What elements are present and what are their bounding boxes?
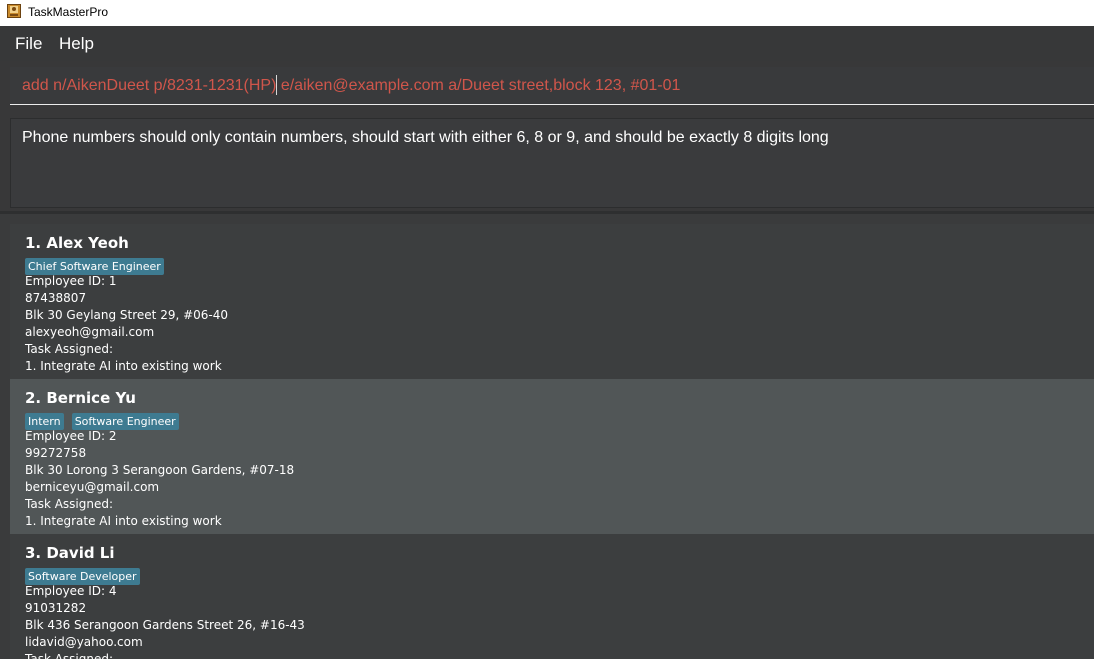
app-icon <box>7 4 21 18</box>
address: Blk 30 Geylang Street 29, #06-40 <box>25 308 229 322</box>
menu-bar: File Help <box>0 26 1094 61</box>
task-item: 1. Integrate AI into existing work <box>25 514 222 528</box>
employee-id: Employee ID: 1 <box>25 274 117 288</box>
tag-list: Chief Software Engineer <box>25 255 1094 275</box>
task-header: Task Assigned: <box>25 497 114 511</box>
email: berniceyu@gmail.com <box>25 480 160 494</box>
text-caret <box>276 75 277 95</box>
person-name: 1. Alex Yeoh <box>25 234 129 252</box>
window-title: TaskMasterPro <box>28 5 109 19</box>
person-name: 3. David Li <box>25 544 115 562</box>
window-titlebar: TaskMasterPro <box>0 0 1094 26</box>
person-card-selected[interactable]: 2. Bernice Yu Intern Software Engineer E… <box>10 379 1094 534</box>
employee-id: Employee ID: 4 <box>25 584 117 598</box>
command-input[interactable] <box>10 67 1094 105</box>
task-header: Task Assigned: <box>25 342 114 356</box>
phone: 99272758 <box>25 446 87 460</box>
employee-id: Employee ID: 2 <box>25 429 117 443</box>
command-box-area <box>0 61 1094 113</box>
result-display[interactable]: Phone numbers should only contain number… <box>10 118 1094 208</box>
menu-help[interactable]: Help <box>59 34 94 54</box>
phone: 87438807 <box>25 291 87 305</box>
tag-list: Software Developer <box>25 565 1094 585</box>
task-header: Task Assigned: <box>25 652 114 659</box>
person-name: 2. Bernice Yu <box>25 389 136 407</box>
email: alexyeoh@gmail.com <box>25 325 155 339</box>
phone: 91031282 <box>25 601 87 615</box>
tag-list: Intern Software Engineer <box>25 410 1094 430</box>
menu-file[interactable]: File <box>15 34 42 54</box>
result-display-area: Phone numbers should only contain number… <box>0 113 1094 213</box>
result-message: Phone numbers should only contain number… <box>22 129 829 146</box>
address: Blk 436 Serangoon Gardens Street 26, #16… <box>25 618 305 632</box>
address: Blk 30 Lorong 3 Serangoon Gardens, #07-1… <box>25 463 295 477</box>
person-list[interactable]: 1. Alex Yeoh Chief Software Engineer Emp… <box>0 214 1094 659</box>
task-item: 1. Integrate AI into existing work <box>25 359 222 373</box>
person-card[interactable]: 3. David Li Software Developer Employee … <box>10 534 1094 659</box>
person-card[interactable]: 1. Alex Yeoh Chief Software Engineer Emp… <box>10 224 1094 379</box>
email: lidavid@yahoo.com <box>25 635 143 649</box>
